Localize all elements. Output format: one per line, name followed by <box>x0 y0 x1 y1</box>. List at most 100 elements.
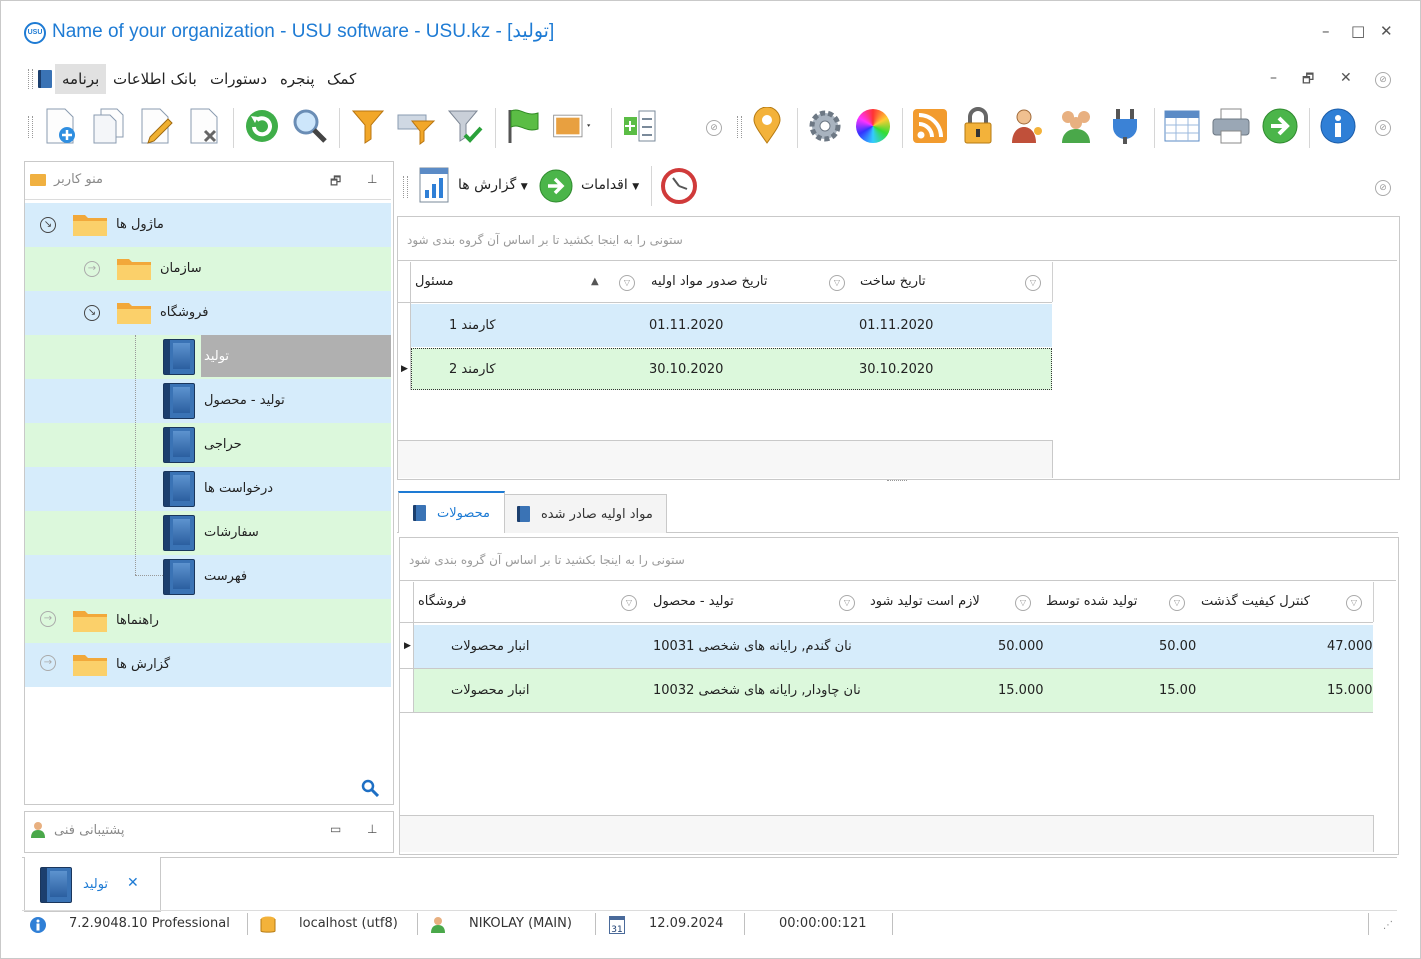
bottom-group-hint[interactable]: ستونی را به اینجا بکشید تا بر اساس آن گر… <box>409 553 685 567</box>
collapse-store-icon[interactable]: ↘ <box>84 305 100 321</box>
resize-grip-icon[interactable]: ⋰ <box>1383 920 1393 931</box>
toolbar2-grip[interactable] <box>737 116 742 138</box>
tab-issued-raw-materials[interactable]: مواد اولیه صادر شده <box>504 494 667 533</box>
menu-commands[interactable]: دستورات <box>203 64 274 94</box>
toolbar-grip[interactable] <box>28 116 33 138</box>
user-key-icon[interactable] <box>1007 106 1047 146</box>
filter-icon[interactable]: ▽ <box>1015 595 1031 611</box>
cell-store: انبار محصولات <box>451 683 530 698</box>
columns-icon[interactable] <box>620 106 660 146</box>
toolbar2-overflow-icon[interactable]: ⊘ <box>1375 120 1391 136</box>
table-icon[interactable] <box>1162 106 1202 146</box>
actions-dropdown[interactable]: اقدامات ▼ <box>581 177 639 193</box>
menu-window[interactable]: پنجره <box>273 64 322 94</box>
expand-reports-icon[interactable]: → <box>40 655 56 671</box>
filter-icon[interactable]: ▽ <box>839 595 855 611</box>
tree-node-organization[interactable] <box>25 247 391 291</box>
reports-label: گزارش ها <box>458 177 517 193</box>
filter-icon[interactable]: ▽ <box>1025 275 1041 291</box>
menu-program[interactable]: برنامه <box>55 64 107 94</box>
doc-tab-close-button[interactable]: ✕ <box>127 875 139 891</box>
doc-tab-book-icon <box>40 867 72 903</box>
menubar-grip[interactable] <box>28 69 33 89</box>
splitter-grip[interactable] <box>887 480 907 481</box>
support-pin-button[interactable]: ⊥ <box>367 822 377 836</box>
mdi-close-button[interactable]: ✕ <box>1340 70 1352 86</box>
support-maximize-button[interactable]: ▭ <box>330 822 341 836</box>
filter-edit-icon[interactable] <box>396 106 436 146</box>
app-book-icon <box>38 70 52 88</box>
menu-database[interactable]: بانک اطلاعات <box>106 64 204 94</box>
mdi-restore-button[interactable]: 🗗 <box>1302 70 1314 92</box>
top-grid-row[interactable] <box>411 304 1052 347</box>
actions-go-icon[interactable] <box>538 168 574 204</box>
image-icon[interactable] <box>552 106 592 146</box>
document-tab-production[interactable]: تولید ✕ <box>24 857 161 912</box>
cell-required-qty: 15.000 <box>998 683 1044 698</box>
filter-icon[interactable]: ▽ <box>1346 595 1362 611</box>
filter-apply-icon[interactable] <box>446 106 486 146</box>
production-product-book-icon <box>163 383 195 419</box>
new-icon[interactable] <box>40 106 80 146</box>
location-pin-icon[interactable] <box>747 106 787 146</box>
lock-icon[interactable] <box>958 106 998 146</box>
plug-icon[interactable] <box>1105 106 1145 146</box>
rss-icon[interactable] <box>910 106 950 146</box>
reports-dropdown[interactable]: گزارش ها ▼ <box>458 177 528 193</box>
mdi-minimize-button[interactable]: – <box>1270 70 1277 86</box>
collapse-modules-icon[interactable]: ↘ <box>40 217 56 233</box>
copy-icon[interactable] <box>88 106 128 146</box>
maximize-button[interactable]: □ <box>1351 22 1365 40</box>
filter-icon[interactable] <box>348 106 388 146</box>
col-header-production-product[interactable]: تولید - محصول <box>649 582 867 622</box>
tree-search-icon[interactable] <box>361 779 379 797</box>
users-icon[interactable] <box>1056 106 1096 146</box>
panel-float-button[interactable]: 🗗 <box>330 172 341 193</box>
tab-products[interactable]: محصولات <box>398 491 505 533</box>
action-bar-grip[interactable] <box>403 176 408 198</box>
bottom-grid-row[interactable] <box>414 625 1373 668</box>
top-group-hint[interactable]: ستونی را به اینجا بکشید تا بر اساس آن گر… <box>407 233 683 247</box>
toolbar-overflow-icon[interactable]: ⊘ <box>706 120 722 136</box>
status-user: NIKOLAY (MAIN) <box>469 916 572 931</box>
filter-icon[interactable]: ▽ <box>619 275 635 291</box>
go-arrow-icon[interactable] <box>1260 106 1300 146</box>
clock-icon[interactable] <box>660 167 698 205</box>
cell-product: 10032 نان چاودار, رایانه های شخصی <box>653 683 861 698</box>
list-book-icon <box>163 559 195 595</box>
menu-overflow-icon[interactable]: ⊘ <box>1375 72 1391 88</box>
delete-icon[interactable] <box>184 106 224 146</box>
col-header-store[interactable]: فروشگاه <box>414 582 650 622</box>
filter-icon[interactable]: ▽ <box>1169 595 1185 611</box>
close-window-button[interactable]: ✕ <box>1380 22 1393 40</box>
col-header-raw-issue-date[interactable]: تاریخ صدور مواد اولیه <box>647 262 857 302</box>
reports-doc-icon[interactable] <box>418 166 450 204</box>
panel-pin-button[interactable]: ⊥ <box>367 172 377 186</box>
cell-qc-passed: 15.000 <box>1327 683 1373 698</box>
refresh-icon[interactable] <box>242 106 282 146</box>
edit-icon[interactable] <box>136 106 176 146</box>
minimize-button[interactable]: – <box>1322 22 1330 40</box>
info-icon[interactable] <box>1318 106 1358 146</box>
cell-qc-passed: 47.000 <box>1327 639 1373 654</box>
cell-product: 10031 نان گندم, رایانه های شخصی <box>653 639 852 654</box>
action-bar-overflow-icon[interactable]: ⊘ <box>1375 180 1391 196</box>
menu-help[interactable]: کمک <box>320 64 363 94</box>
expand-organization-icon[interactable]: → <box>84 261 100 277</box>
search-icon[interactable] <box>290 106 330 146</box>
flag-icon[interactable] <box>503 106 543 146</box>
filter-icon[interactable]: ▽ <box>829 275 845 291</box>
col-header-responsible[interactable]: مسئول ▲ <box>411 262 652 302</box>
printer-icon[interactable] <box>1211 106 1251 146</box>
tab-label: محصولات <box>437 506 490 521</box>
settings-gear-icon[interactable] <box>805 106 845 146</box>
bottom-grid-row[interactable] <box>414 669 1373 712</box>
col-header-build-date[interactable]: تاریخ ساخت <box>856 262 1053 302</box>
user-menu-title: منو کاربر <box>54 172 103 187</box>
tree-label: تولید <box>204 349 230 364</box>
color-wheel-icon[interactable] <box>853 106 893 146</box>
expand-guides-icon[interactable]: → <box>40 611 56 627</box>
filter-icon[interactable]: ▽ <box>621 595 637 611</box>
status-info-icon <box>30 917 46 933</box>
top-grid-row[interactable] <box>411 348 1052 390</box>
